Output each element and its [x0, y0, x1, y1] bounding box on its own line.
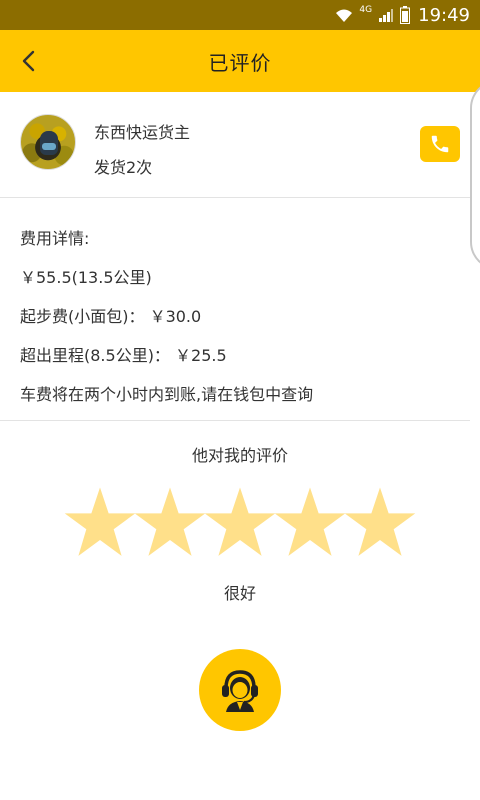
rating-title: 他对我的评价 [191, 446, 288, 465]
shipper-name: 东西快运货主 [94, 123, 191, 142]
fee-details: 费用详情: ￥55.5(13.5公里) 起步费(小面包)： ￥30.0 超出里程… [20, 228, 460, 423]
customer-service-icon [222, 670, 258, 712]
back-button[interactable] [12, 44, 46, 78]
app-bar: 已评价 [0, 30, 480, 92]
page-title: 已评价 [208, 50, 272, 75]
call-button[interactable] [420, 126, 460, 162]
star-icon [274, 487, 346, 556]
shipment-count: 发货2次 [94, 158, 153, 177]
star-icon [64, 487, 136, 556]
fee-total: ￥55.5(13.5公里) [20, 268, 152, 287]
fee-heading: 费用详情: [20, 229, 90, 248]
chevron-left-icon [22, 50, 35, 72]
customer-service-button[interactable] [199, 649, 281, 731]
star-icon [204, 487, 276, 556]
floating-edge-handle[interactable] [470, 80, 480, 270]
fee-extra-mileage: 超出里程(8.5公里)： ￥25.5 [20, 346, 227, 365]
status-bar: 4G 19:49 [0, 0, 480, 30]
divider [0, 420, 470, 421]
wifi-icon [336, 9, 353, 22]
avatar-mask [42, 143, 56, 150]
battery-icon [400, 6, 411, 24]
status-time: 19:49 [418, 4, 470, 26]
rating-stars [64, 486, 416, 558]
star-icon [134, 487, 206, 556]
fee-note: 车费将在两个小时内到账,请在钱包中查询 [20, 385, 314, 404]
status-icons: 4G [335, 5, 411, 24]
fee-base: 起步费(小面包)： ￥30.0 [20, 307, 202, 326]
avatar[interactable] [20, 114, 76, 170]
phone-icon [431, 135, 449, 153]
cell-signal-icon [379, 9, 394, 22]
rating-label: 很好 [223, 584, 256, 603]
star-icon [344, 487, 416, 556]
network-type-label: 4G [359, 5, 373, 15]
